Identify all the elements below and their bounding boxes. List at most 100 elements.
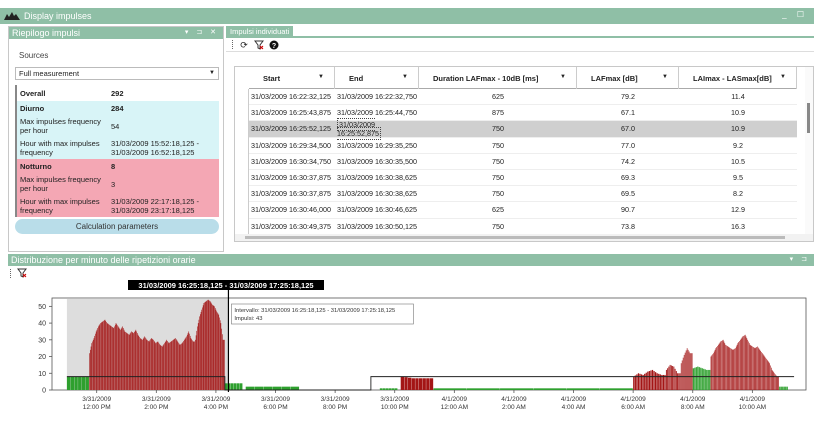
chart-bar [167,340,168,390]
chart-bar [179,344,181,390]
table-cell: 31/03/2009 16:30:38,625 [337,189,417,199]
chart-bar [186,336,187,390]
filter-icon[interactable]: ▼ [560,74,566,80]
table-row[interactable]: 31/03/2009 16:22:32,125 31/03/2009 16:22:… [249,89,797,106]
distribution-chart-svg[interactable]: 010203040503/31/200912:00 PM3/31/20092:0… [8,280,814,419]
chart-bar [172,340,173,390]
table-row[interactable]: 31/03/2009 16:25:52,125 31/03/2009 16:25:… [249,117,797,140]
chart-bar [755,347,757,390]
chart-bar [400,376,405,390]
chart-bar [700,367,702,390]
column-header[interactable]: Start ▼ [249,67,335,89]
filter-icon[interactable]: ▼ [402,74,408,80]
chart-bar [745,336,747,390]
column-header[interactable]: LAFmax [dB] ▼ [577,67,679,89]
table-cell: 77.0 [621,140,635,150]
source-select[interactable]: Full measurement ▼ [15,67,219,80]
chart-clear-filter-icon[interactable] [17,268,27,278]
chart-bar [645,372,647,390]
table-row[interactable]: 31/03/2009 16:30:37,875 31/03/2009 16:30:… [249,186,797,203]
clear-filter-icon[interactable] [254,40,264,50]
column-header[interactable]: Duration LAFmax - 10dB [ms] ▼ [419,67,577,89]
filter-icon[interactable]: ▼ [662,74,668,80]
chart-bar [99,324,101,390]
vertical-scrollbar[interactable] [805,67,813,241]
vertical-scrollbar-thumb[interactable] [807,103,810,133]
chart-bar [771,367,772,390]
range-label: 31/03/2009 16:25:18,125 - 31/03/2009 17:… [138,281,313,290]
chart-bar [131,331,132,390]
filter-icon[interactable]: ▼ [318,74,324,80]
tab-impulsi-individuati[interactable]: Impulsi individuati [226,26,294,38]
chart-bar [164,342,166,390]
horizontal-scrollbar-thumb[interactable] [245,236,785,239]
table-row[interactable]: 31/03/2009 16:30:49,375 31/03/2009 16:30:… [249,219,797,235]
chart-toolbar-grip[interactable] [10,268,12,278]
chart-bar [687,349,689,390]
distribution-panel-title: Distribuzione per minuto delle ripetizio… [11,255,196,265]
chart-bar [197,326,198,390]
chart-bar [101,321,103,390]
horizontal-scrollbar[interactable] [235,234,813,241]
diurno-value: 284 [111,103,124,113]
filter-icon[interactable]: ▼ [780,74,786,80]
column-header[interactable]: End ▼ [335,67,419,89]
table-cell: 8.2 [733,189,743,199]
chart-bar [742,336,744,390]
x-tick-label-date: 3/31/2009 [201,396,230,403]
table-row[interactable]: 31/03/2009 16:29:34,500 31/03/2009 16:29:… [249,138,797,154]
chart-bar [217,312,218,390]
chart-bar [222,339,224,390]
tab-bar: Impulsi individuati [226,26,814,38]
help-icon[interactable]: ? [269,40,279,50]
chart-bar [101,322,102,390]
refresh-icon[interactable]: ⟳ [239,40,249,50]
diurno-freq-label: Max impulses frequency per hour [20,117,101,135]
chart-bar [713,351,715,390]
chart-bar [731,349,733,390]
summary-panel-controls[interactable]: ▾ ⊐ ✕ [185,28,219,36]
chart-bar [198,319,200,390]
table-row[interactable]: 31/03/2009 16:30:46,000 31/03/2009 16:30:… [249,202,797,219]
chart-bar [167,342,169,390]
table-row[interactable]: 31/03/2009 16:30:34,750 31/03/2009 16:30:… [249,154,797,170]
chart-bar [81,376,86,390]
toolbar-grip[interactable] [232,40,234,49]
chart-bar [166,339,167,390]
chart-bar [189,333,190,390]
summary-row-notturno-hour: Hour with max impulses frequency 31/03/2… [17,195,219,217]
chart-bar [212,304,213,390]
table-row[interactable]: 31/03/2009 16:25:43,875 31/03/2009 16:25:… [249,105,797,122]
chart-bar [670,365,672,390]
window-title: Display impulses [24,11,92,21]
distribution-chart[interactable]: 0 10 20 30 40 50 3/31/2009 12:00 PM 3/31/2009 2:0… [8,280,814,419]
chart-bar [426,378,430,390]
table-cell: 625 [492,205,504,215]
chart-bar [760,350,762,390]
chart-bar [764,356,766,390]
chart-bar [703,368,705,390]
chart-bar [746,338,748,390]
table-cell: 31/03/2009 16:30:37,875 [251,173,331,183]
notturno-section: Notturno 8 Max impulses frequency per ho… [17,159,219,217]
chart-bar [117,326,119,390]
chart-bar [735,348,736,390]
chart-bar [757,347,759,390]
window-controls[interactable]: _ ☐ [782,10,808,19]
table-row[interactable]: 31/03/2009 16:30:37,875 31/03/2009 16:30:… [249,170,797,187]
calculation-parameters-button[interactable]: Calculation parameters [15,219,219,234]
chart-bar [751,345,753,390]
chart-bar [709,369,711,390]
column-header[interactable]: LAImax - LASmax[dB] ▼ [679,67,797,89]
distribution-panel-controls[interactable]: ▾ ⊐ [790,255,810,263]
chart-bar [114,324,116,390]
chart-bar [141,339,143,390]
x-tick-label-date: 4/1/2009 [740,396,766,403]
chart-bar [89,349,91,390]
chart-bar [150,339,151,390]
chart-bar [164,343,165,390]
table-cell: 79.2 [621,92,635,102]
chart-bar [707,369,709,390]
chart-bar [96,329,98,390]
y-tick-label: 50 [38,304,46,311]
